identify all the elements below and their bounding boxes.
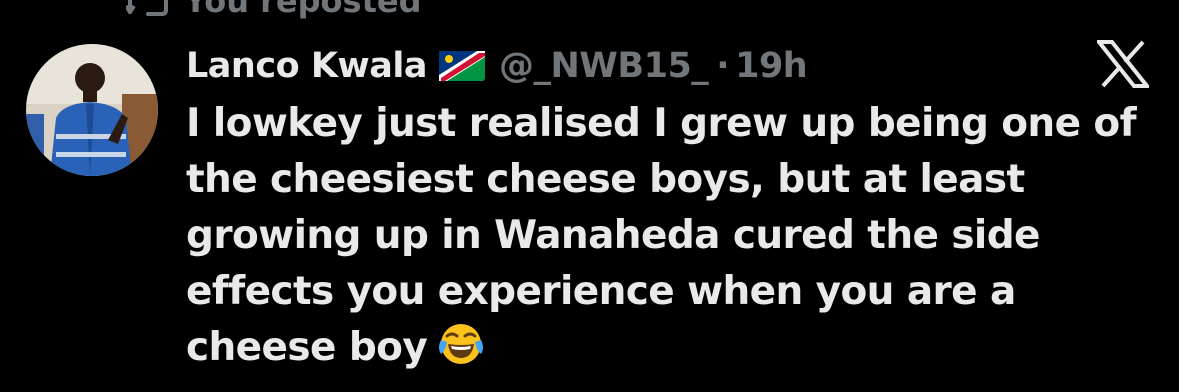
tweet-text-line: cheese boy	[186, 325, 428, 370]
tweet-text-line: growing up in Wanaheda cured the side	[186, 213, 1040, 258]
face-with-tears-of-joy-icon	[439, 324, 484, 364]
tweet-text-line: effects you experience when you are a	[186, 269, 1016, 314]
author-handle[interactable]: @_NWB15_	[499, 46, 709, 86]
repost-icon	[126, 0, 170, 16]
author-display-name[interactable]: Lanco Kwala	[186, 46, 428, 86]
post-time[interactable]: 19h	[735, 46, 808, 86]
repost-indicator: You reposted	[126, 0, 422, 20]
avatar[interactable]	[26, 44, 158, 176]
tweet-text-line: I lowkey just realised I grew up being o…	[186, 101, 1137, 146]
header-separator: ·	[716, 46, 730, 86]
tweet-text: I lowkey just realised I grew up being o…	[186, 96, 1161, 376]
repost-label: You reposted	[184, 0, 422, 20]
namibia-flag-icon	[439, 51, 486, 81]
tweet-text-line: the cheesiest cheese boys, but at least	[186, 157, 1025, 202]
tweet-header: Lanco Kwala @_NWB15_ · 19h	[186, 44, 808, 88]
x-logo-icon	[1097, 40, 1149, 88]
